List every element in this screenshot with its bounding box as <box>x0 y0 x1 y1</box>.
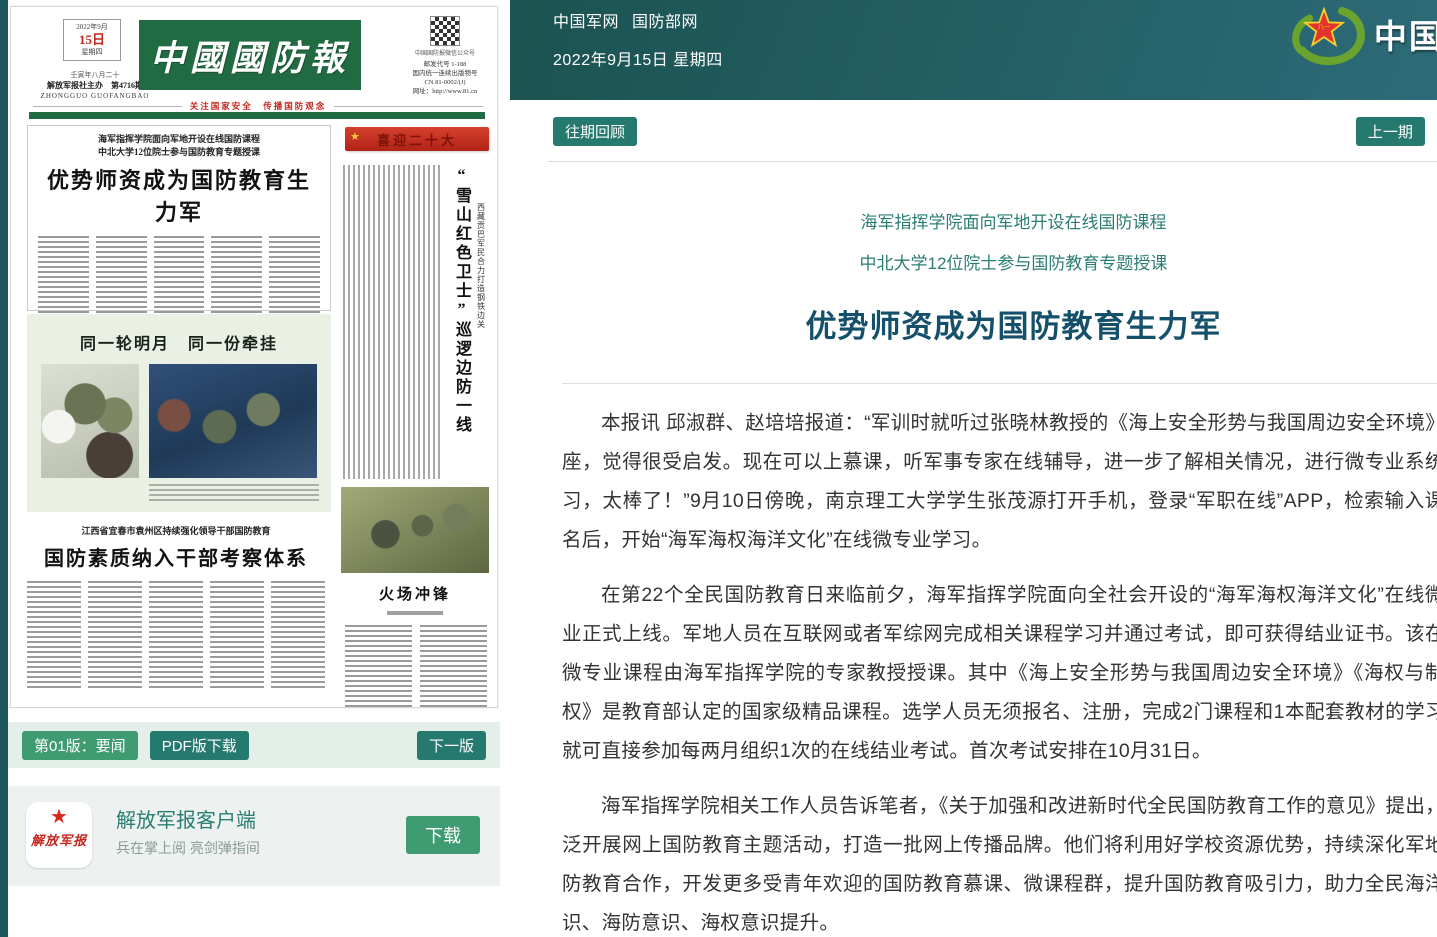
page-bar: 第01版：要闻 PDF版下载 下一版 <box>8 722 500 768</box>
newspaper-lead-article[interactable]: 海军指挥学院面向军地开设在线国防课程 中北大学12位院士参与国防教育专题授课 优… <box>27 125 331 311</box>
newspaper-second-story[interactable]: 江西省宜春市袁州区持续强化领导干部国防教育 国防素质纳入干部考察体系 <box>19 519 333 703</box>
newspaper-date-box: 2022年9月 15日 星期四 <box>63 19 121 61</box>
site-header: 中国军网 国防部网 2022年9月15日 星期四 八一 中国军网 www.81.… <box>510 0 1437 100</box>
vertical-article-subhead: 西藏贡巴军民合力打造钢铁边关 <box>476 203 487 329</box>
logo-title: 中国军网 <box>1374 10 1437 58</box>
second-story-kicker: 江西省宜春市袁州区持续强化领导干部国防教育 <box>27 525 325 538</box>
photo-feature-headline: 同一轮明月 同一份牵挂 <box>27 314 331 354</box>
newspaper-qr-caption: 中国国防报微信公众号 <box>397 48 493 57</box>
photo-fire-charge <box>341 487 489 573</box>
past-issues-button[interactable]: 往期回顾 <box>553 117 637 146</box>
qr-code-icon <box>430 16 460 46</box>
newspaper-preview[interactable]: 2022年9月 15日 星期四 壬寅年八月二十 解放军报社主办 第4716期 Z… <box>10 6 498 708</box>
red-star-icon: ★ <box>26 804 92 830</box>
newspaper-postal-code: 邮发代号 1-188 <box>397 60 493 69</box>
app-subtitle: 兵在掌上阅 亮剑弹指间 <box>116 838 260 858</box>
vertical-article-body <box>343 165 443 479</box>
app-promo-card: ★ 解放军报 解放军报客户端 兵在掌上阅 亮剑弹指间 下载 <box>8 786 500 886</box>
vertical-article-side: 西藏贡巴军民合力打造钢铁边关 <box>473 161 489 483</box>
article-kicker-1: 海军指挥学院面向军地开设在线国防课程 <box>562 208 1437 233</box>
newspaper-issn-label: 国内统一连续出版物号 <box>397 69 493 78</box>
right-panel: 中国军网 国防部网 2022年9月15日 星期四 八一 中国军网 www.81.… <box>510 0 1437 937</box>
newspaper-pinyin: ZHONGGUO GUOFANGBAO <box>17 92 173 100</box>
photo-tent-checkup <box>149 364 317 478</box>
previous-issue-button[interactable]: 上一期 <box>1356 117 1425 146</box>
newspaper-masthead-title: 中國國防報 <box>150 30 350 81</box>
party-congress-banner: 喜迎二十大 <box>345 127 489 151</box>
newspaper-masthead: 中國國防報 <box>139 20 361 90</box>
newspaper-right-column[interactable]: 喜迎二十大 “雪山红色卫士”巡逻边防一线 西藏贡巴军民合力打造钢铁边关 <box>339 125 491 483</box>
article-paragraph: 本报讯 邱淑群、赵培培报道：“军训时就听过张晓林教授的《海上安全形势与我国周边安… <box>562 404 1437 560</box>
app-title: 解放军报客户端 <box>116 804 256 833</box>
site-logo[interactable]: 八一 中国军网 www.81.cn <box>1276 2 1437 75</box>
newspaper-date-day: 15日 <box>64 32 120 47</box>
lead-kicker-2: 中北大学12位院士参与国防教育专题授课 <box>38 146 320 159</box>
logo-url: www.81.cn <box>1374 58 1437 75</box>
title-divider <box>562 383 1437 384</box>
newspaper-date-month: 2022年9月 <box>64 22 120 32</box>
newspaper-green-bar <box>29 112 485 119</box>
issue-toolbar: 往期回顾 上一期 下一期 <box>553 117 1437 146</box>
toolbar-divider <box>548 161 1437 162</box>
second-story-headline: 国防素质纳入干部考察体系 <box>27 542 325 571</box>
page-root: 2022年9月 15日 星期四 壬寅年八月二十 解放军报社主办 第4716期 Z… <box>0 0 1437 937</box>
second-story-columns <box>27 581 325 691</box>
newspaper-website: 网址：http://www.81.cn <box>397 87 493 96</box>
fire-story-byline <box>387 611 443 615</box>
logo-text: 中国军网 www.81.cn <box>1374 10 1437 75</box>
article-paragraph: 海军指挥学院相关工作人员告诉笔者，《关于加强和改进新时代全民国防教育工作的意见》… <box>562 787 1437 937</box>
photo-caption <box>149 484 319 504</box>
article-title: 优势师资成为国防教育生力军 <box>562 301 1437 346</box>
newspaper-date-week: 星期四 <box>64 47 120 57</box>
link-mod[interactable]: 国防部网 <box>632 14 698 31</box>
newspaper-cn-number: CN 81-0002/(J) <box>397 78 493 87</box>
app-download-button[interactable]: 下载 <box>406 816 480 854</box>
vertical-article-headline: “雪山红色卫士”巡逻边防一线 <box>449 161 473 483</box>
fire-photo-story[interactable]: 火场冲锋 <box>339 487 491 703</box>
logo-swoosh-star-icon: 八一 <box>1276 2 1372 74</box>
app-icon-label: 解放军报 <box>31 833 87 848</box>
newspaper-tagline: 关注国家安全 传播国防观念 <box>190 100 327 112</box>
fire-story-headline: 火场冲锋 <box>339 583 491 604</box>
page-label-button[interactable]: 第01版：要闻 <box>22 731 138 760</box>
lead-headline: 优势师资成为国防教育生力军 <box>38 163 320 227</box>
article-body: 本报讯 邱淑群、赵培培报道：“军训时就听过张晓林教授的《海上安全形势与我国周边安… <box>562 404 1437 937</box>
pdf-download-button[interactable]: PDF版下载 <box>150 731 249 760</box>
next-page-button[interactable]: 下一版 <box>417 731 486 760</box>
left-panel: 2022年9月 15日 星期四 壬寅年八月二十 解放军报社主办 第4716期 Z… <box>0 0 510 937</box>
article-kicker-2: 中北大学12位院士参与国防教育专题授课 <box>562 249 1437 274</box>
article-view: 海军指挥学院面向军地开设在线国防课程 中北大学12位院士参与国防教育专题授课 优… <box>510 208 1437 937</box>
lead-kicker-1: 海军指挥学院面向军地开设在线国防课程 <box>38 133 320 146</box>
party-congress-banner-label: 喜迎二十大 <box>377 130 457 149</box>
pla-daily-app-icon: ★ 解放军报 <box>26 802 92 868</box>
article-paragraph: 在第22个全民国防教育日来临前夕，海军指挥学院面向全社会开设的“海军海权海洋文化… <box>562 576 1437 771</box>
newspaper-tagline-row: 关注国家安全 传播国防观念 <box>33 100 483 112</box>
link-china-military[interactable]: 中国军网 <box>553 14 619 31</box>
vertical-article: “雪山红色卫士”巡逻边防一线 西藏贡巴军民合力打造钢铁边关 <box>341 161 489 483</box>
newspaper-qr-block: 中国国防报微信公众号 邮发代号 1-188 国内统一连续出版物号 CN 81-0… <box>397 16 493 96</box>
left-edge-strip <box>0 0 8 937</box>
fire-story-columns <box>345 625 487 707</box>
photo-medical-visit <box>41 364 139 478</box>
svg-text:八一: 八一 <box>1318 24 1331 31</box>
photo-feature[interactable]: 同一轮明月 同一份牵挂 <box>27 314 331 512</box>
